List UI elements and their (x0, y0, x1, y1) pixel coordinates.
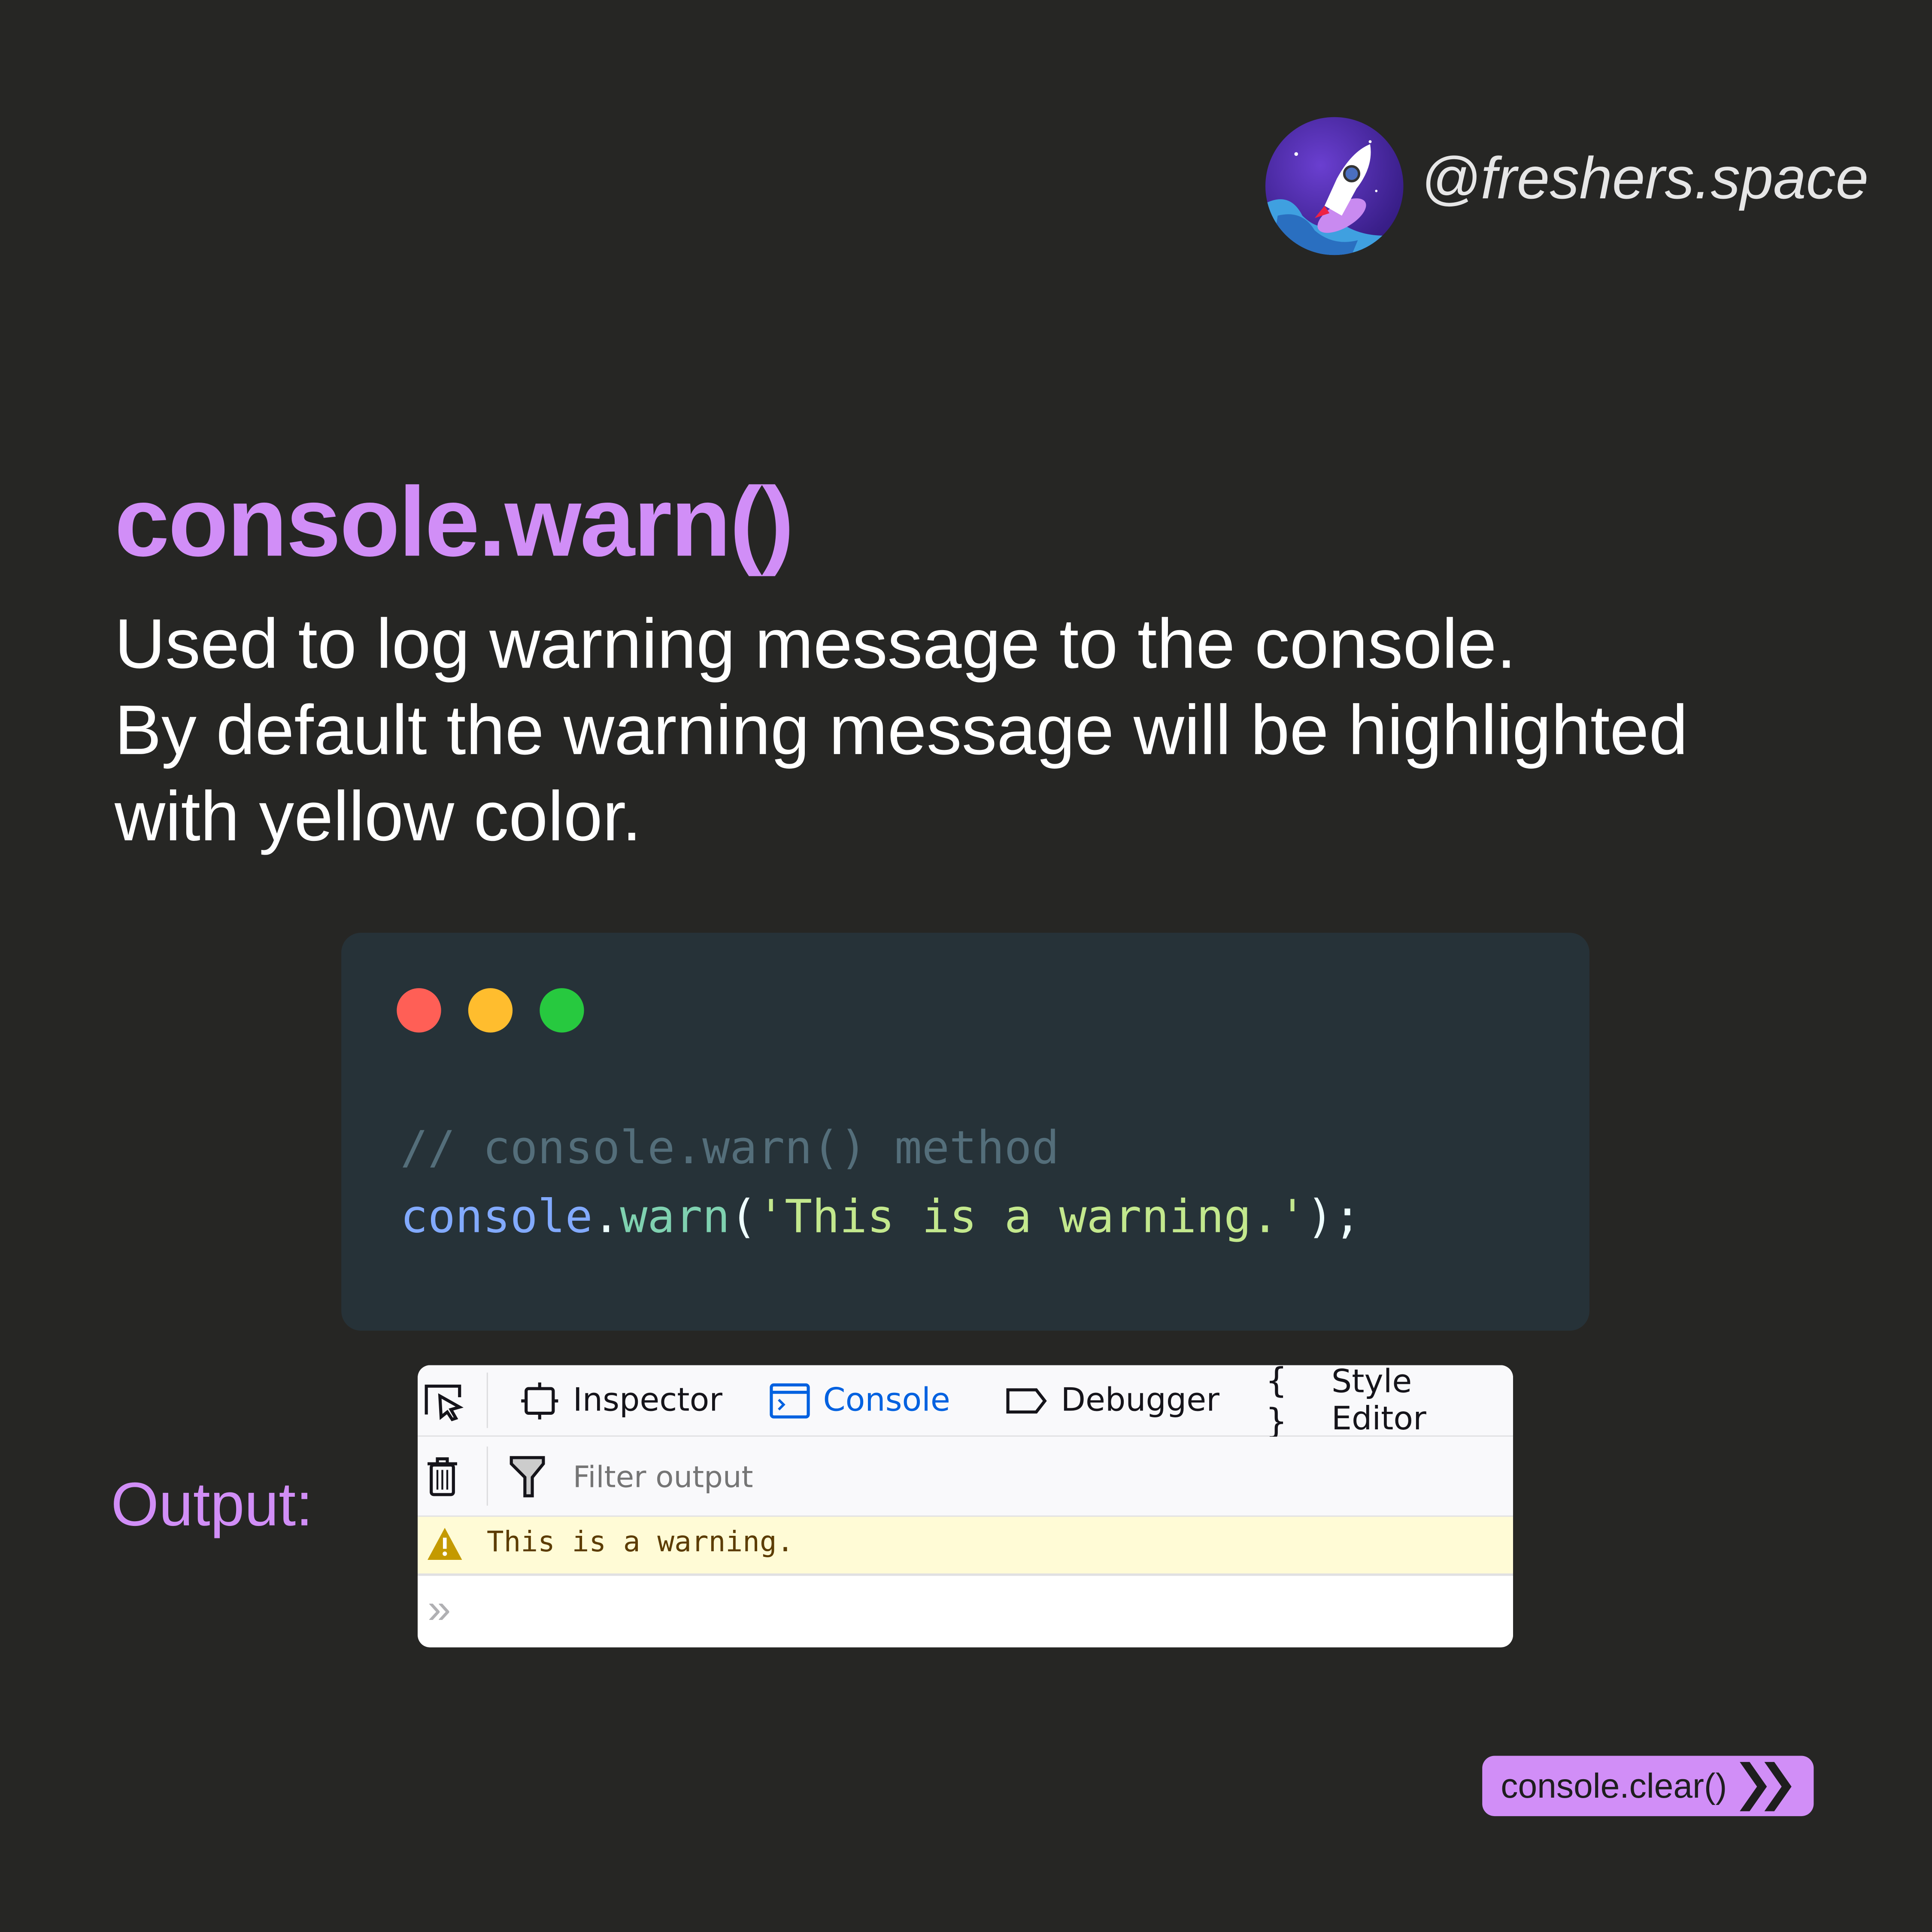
warning-message: This is a warning. (486, 1526, 794, 1559)
slide: @freshers.space console.warn() Used to l… (0, 0, 1932, 1932)
maximize-dot (540, 988, 584, 1033)
minimize-dot (468, 988, 513, 1033)
code-object: console (400, 1190, 593, 1244)
console-icon (770, 1383, 810, 1418)
debugger-icon (1006, 1387, 1047, 1413)
divider (486, 1446, 488, 1506)
code-comment: // console.warn() method (400, 1121, 1059, 1174)
tab-label: Style Editor (1331, 1365, 1426, 1438)
tab-inspector[interactable]: Inspector (519, 1365, 722, 1436)
code-close: ); (1306, 1190, 1362, 1244)
brand-handle: @freshers.space (1420, 146, 1869, 212)
rocket-icon (1265, 140, 1404, 255)
tab-label: Console (823, 1382, 950, 1419)
filter-icon (510, 1456, 545, 1498)
description-line: Used to log warning message to the conso… (114, 605, 1516, 684)
devtools-panel: Inspector Console Debugger { } Style Edi… (418, 1365, 1513, 1647)
tab-label: Inspector (573, 1382, 722, 1419)
tab-label: Debugger (1061, 1382, 1219, 1419)
devtools-toolbar: Inspector Console Debugger { } Style Edi… (418, 1365, 1513, 1441)
output-label: Output: (111, 1470, 313, 1539)
code-paren: ( (730, 1190, 758, 1244)
filter-bar (418, 1437, 1513, 1517)
code-line: console.warn('This is a warning.'); (400, 1190, 1361, 1243)
next-button-label: console.clear() (1501, 1766, 1727, 1805)
page-title: console.warn() (114, 467, 794, 577)
braces-icon: { } (1265, 1365, 1288, 1441)
close-dot (397, 988, 441, 1033)
next-button[interactable]: console.clear() (1482, 1756, 1814, 1817)
inspector-icon (521, 1382, 558, 1419)
pick-element-icon (425, 1384, 464, 1421)
description-line: with yellow color. (114, 777, 642, 856)
filter-input[interactable] (570, 1454, 1438, 1501)
double-chevron-right-icon (1739, 1761, 1791, 1811)
prompt-chevron-icon: » (428, 1586, 451, 1633)
divider (486, 1372, 488, 1428)
pick-element-button[interactable] (423, 1365, 465, 1436)
avatar (1265, 117, 1404, 255)
code-method: warn (620, 1190, 730, 1244)
console-input-row[interactable]: » (418, 1576, 1513, 1647)
trash-icon[interactable] (425, 1455, 459, 1497)
tab-debugger[interactable]: Debugger (1004, 1365, 1219, 1436)
warning-icon (428, 1528, 462, 1560)
code-dot: . (592, 1190, 620, 1244)
tab-console[interactable]: Console (769, 1365, 950, 1436)
description-line: By default the warning message will be h… (114, 691, 1688, 770)
tab-style-editor[interactable]: { } Style Editor (1265, 1365, 1513, 1441)
console-warning-row: This is a warning. (418, 1516, 1513, 1576)
code-string: 'This is a warning.' (757, 1190, 1307, 1244)
